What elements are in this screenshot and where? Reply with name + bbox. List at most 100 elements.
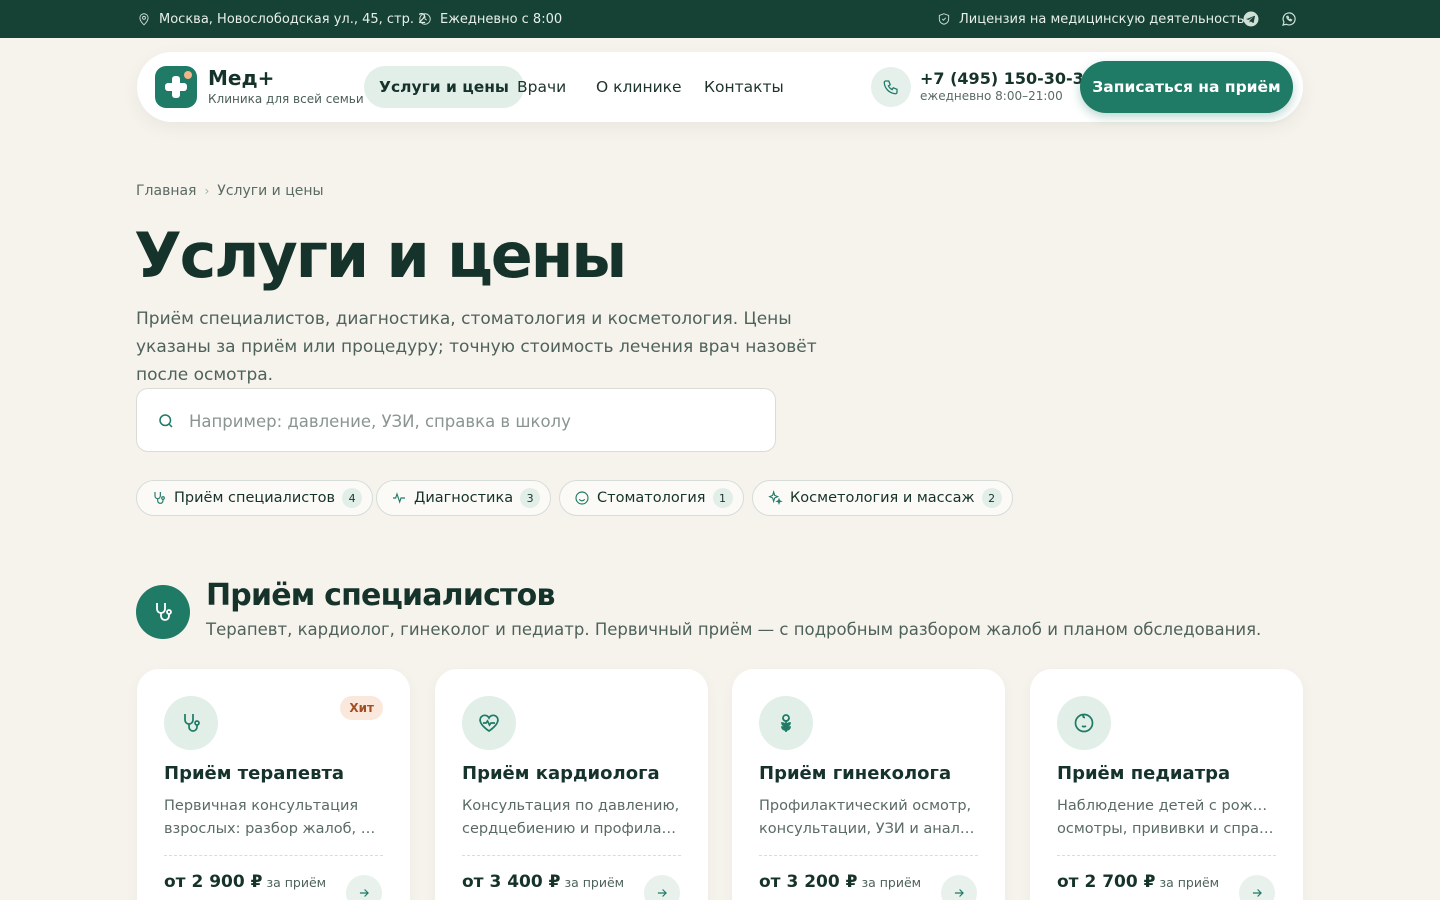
card-description-line: осмотры, прививки и справки в школу [1057,821,1275,837]
arrow-right-icon [359,889,369,897]
chip-label: Косметология и массаж [790,490,975,506]
price-unit: за приём [564,875,625,890]
card-price: от 3 400 ₽ за приём [462,872,624,892]
service-card-pediatrician[interactable]: Приём педиатра Наблюдение детей с рожден… [1030,669,1303,900]
service-card-cardiologist[interactable]: Приём кардиолога Консультация по давлени… [435,669,708,900]
card-description-line: Консультация по давлению, [462,798,680,814]
card-price: от 2 900 ₽ за приём [164,872,326,892]
card-description: Профилактический осмотр, консультации, У… [759,795,977,841]
card-description: Первичная консультация взрослых: разбор … [164,795,382,841]
chip-count: 4 [342,488,363,508]
chip-specialists[interactable]: Приём специалистов 4 [136,480,374,516]
service-card-gynecologist[interactable]: Приём гинеколога Профилактический осмотр… [732,669,1005,900]
card-divider [1057,855,1276,856]
card-divider [759,855,978,856]
hit-badge: Хит [340,696,383,720]
card-description: Наблюдение детей с рождения, осмотры, пр… [1057,795,1275,841]
card-description: Консультация по давлению, сердцебиению и… [462,795,680,841]
nav-doctors[interactable]: Врачи [502,66,581,108]
phone-hours: ежедневно 8:00–21:00 [920,89,1063,103]
stethoscope-icon [184,714,200,732]
card-icon-wrap [1057,696,1111,750]
card-divider [462,855,681,856]
chevron-right-icon: › [204,184,210,198]
hours-text: Ежедневно с 8:00 [440,11,563,27]
chip-label: Диагностика [414,490,514,506]
chip-cosmetology[interactable]: Косметология и массаж 2 [752,480,1013,516]
card-description-line: сердцебиению и профилактике [462,821,680,837]
card-description-line: Наблюдение детей с рождения, [1057,798,1275,814]
card-icon-wrap [759,696,813,750]
top-info-bar: Москва, Новослободская ул., 45, стр. 2 Е… [0,0,1440,38]
brand-tagline: Клиника для всей семьи [208,92,364,106]
address-info: Москва, Новослободская ул., 45, стр. 2 [137,0,426,38]
phone-icon [883,80,898,95]
breadcrumb: Главная › Услуги и цены [136,183,324,199]
card-description-line: консультации, УЗИ и анализы по показания… [759,821,977,837]
telegram-icon [1243,11,1259,27]
chip-count: 3 [520,488,541,508]
price-unit: за приём [861,875,922,890]
card-title: Приём терапевта [164,763,345,784]
heart-pulse-icon [479,714,499,733]
telegram-link[interactable] [1242,0,1260,38]
card-price: от 3 200 ₽ за приём [759,872,921,892]
service-card-therapist[interactable]: Хит Приём терапевта Первичная консультац… [137,669,410,900]
nav-about[interactable]: О клинике [581,66,697,108]
price-amount: от 2 900 ₽ [164,872,263,892]
page-title: Услуги и цены [134,219,627,292]
price-amount: от 3 400 ₽ [462,872,561,892]
search-icon [159,414,173,428]
license-link[interactable]: Лицензия на медицинскую деятельность [937,0,1244,38]
card-title: Приём кардиолога [462,763,660,784]
price-amount: от 2 700 ₽ [1057,872,1156,892]
main-header: Мед+ Клиника для всей семьи Услуги и цен… [137,52,1303,122]
clock-icon [419,13,431,25]
card-icon-wrap [462,696,516,750]
chip-label: Приём специалистов [174,490,336,506]
section-subtitle: Терапевт, кардиолог, гинеколог и педиатр… [206,620,1262,639]
nav-contacts[interactable]: Контакты [689,66,799,108]
card-description-line: Первичная консультация [164,798,359,814]
price-unit: за приём [266,875,327,890]
card-arrow-button[interactable] [644,875,680,900]
nav-services[interactable]: Услуги и цены [364,66,524,108]
card-arrow-button[interactable] [941,875,977,900]
page-description: Приём специалистов, диагностика, стомато… [136,309,817,385]
service-search [136,388,776,452]
breadcrumb-current: Услуги и цены [217,183,324,199]
card-divider [164,855,383,856]
chip-count: 2 [981,488,1002,508]
section-title: Приём специалистов [206,578,555,613]
phone-button[interactable] [871,67,911,107]
phone-number[interactable]: +7 (495) 150-30-30 [920,69,1095,88]
chip-label: Стоматология [597,490,706,506]
whatsapp-link[interactable] [1280,0,1298,38]
book-appointment-button[interactable]: Записаться на приём [1080,61,1293,113]
search-input[interactable] [189,403,749,439]
card-arrow-button[interactable] [1239,875,1275,900]
arrow-right-icon [657,889,667,897]
section-stethoscope-icon [136,585,190,639]
logo-icon[interactable] [155,66,197,108]
chip-diagnostics[interactable]: Диагностика 3 [376,480,552,516]
price-amount: от 3 200 ₽ [759,872,858,892]
chip-count: 1 [712,488,733,508]
sparkle-icon [768,490,783,505]
card-title: Приём гинеколога [759,763,952,784]
stethoscope-icon [154,492,165,504]
card-arrow-button[interactable] [346,875,382,900]
address-text: Москва, Новослободская ул., 45, стр. 2 [159,11,427,27]
hours-info: Ежедневно с 8:00 [418,0,562,38]
brand-name[interactable]: Мед+ [208,66,274,90]
arrow-right-icon [1252,889,1262,897]
license-text: Лицензия на медицинскую деятельность [959,11,1245,27]
card-price: от 2 700 ₽ за приём [1057,872,1219,892]
shield-icon [938,13,950,25]
chip-dentistry[interactable]: Стоматология 1 [559,480,744,516]
pulse-icon [393,492,405,504]
breadcrumb-home[interactable]: Главная [136,183,196,199]
pin-icon [139,13,149,26]
card-icon-wrap [164,696,218,750]
smile-icon [575,491,589,505]
